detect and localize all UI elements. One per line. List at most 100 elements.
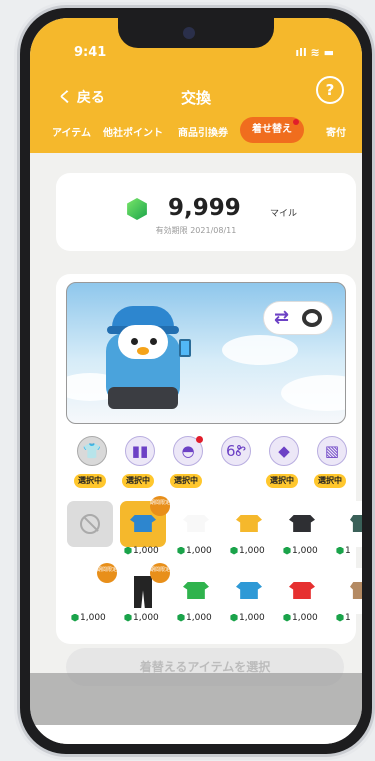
shirt-icon — [289, 515, 315, 532]
mile-unit: マイル — [270, 209, 298, 219]
background-icon: ▧ — [324, 442, 340, 460]
gem-icon — [230, 613, 238, 622]
home-indicator-area — [30, 725, 362, 744]
notch — [118, 18, 274, 48]
limited-time-badge: 期間限定 — [97, 563, 117, 583]
category-background-button[interactable]: ▧ — [317, 436, 347, 466]
item-card[interactable]: 1,000 — [279, 568, 325, 626]
glasses-icon: 6Ꮡ — [226, 442, 246, 460]
item-card[interactable]: 期間限定 1,000 — [120, 496, 170, 559]
item-card[interactable]: 期間限定 1,000 — [120, 563, 170, 626]
item-card[interactable]: 1,000 — [173, 568, 219, 626]
penguin-face-icon — [302, 309, 322, 327]
shirt-icon — [183, 582, 209, 599]
tab-voucher[interactable]: 商品引換券 — [178, 124, 228, 139]
category-hat-button[interactable]: ◓ — [173, 436, 203, 466]
item-price: 1 — [336, 546, 351, 556]
item-thumbnail — [279, 501, 325, 547]
item-price-value: 1,000 — [239, 613, 265, 623]
hat-icon: ◓ — [181, 442, 195, 460]
item-price-value: 1 — [345, 613, 351, 623]
coat-icon — [350, 515, 362, 532]
selected-badge: 選択中 — [314, 474, 346, 488]
app-header: 9:41 ıll ≋ ▬ く 戻る 交換 ? アイテム 他社ポイント 商品引換券… — [30, 18, 362, 153]
item-price: 1,000 — [283, 546, 318, 556]
shirt-icon — [236, 582, 262, 599]
gem-icon — [71, 613, 79, 622]
gem-icon — [177, 546, 185, 555]
item-price: 1,000 — [230, 613, 265, 623]
mile-balance: 9,999 — [168, 195, 241, 221]
item-card[interactable]: 1,000 — [226, 568, 272, 626]
bag-icon: ◆ — [278, 442, 290, 460]
camera-icon — [183, 27, 195, 39]
selected-badge: 選択中 — [122, 474, 154, 488]
item-price-value: 1,000 — [186, 546, 212, 556]
page: 9:41 ıll ≋ ▬ く 戻る 交換 ? アイテム 他社ポイント 商品引換券… — [0, 0, 375, 761]
tab-donation[interactable]: 寄付 — [326, 124, 346, 139]
cloud-decoration — [281, 375, 345, 411]
item-price-value: 1,000 — [239, 546, 265, 556]
no-item-option[interactable] — [67, 501, 113, 559]
item-card[interactable]: 1,000 — [173, 501, 219, 559]
shirt-icon — [236, 515, 262, 532]
item-card[interactable]: 1,000 — [226, 501, 272, 559]
tab-dress-up-label: 着せ替え — [252, 124, 292, 135]
tab-other-points[interactable]: 他社ポイント — [103, 124, 163, 139]
item-price-value: 1,000 — [133, 546, 159, 556]
tab-items[interactable]: アイテム — [52, 124, 91, 139]
item-price-value: 1,000 — [133, 613, 159, 623]
expiry-date: 有効期限 2021/08/11 — [155, 226, 237, 235]
gem-icon — [124, 546, 132, 555]
item-price: 1,000 — [230, 546, 265, 556]
category-bar: 👕 ▮▮ ◓ 6Ꮡ ◆ ▧ 選択中 選択中 選択中 選択中 選択中 — [30, 436, 362, 496]
shirt-icon — [289, 582, 315, 599]
notification-dot-icon — [293, 119, 299, 125]
selected-badge: 選択中 — [74, 474, 106, 488]
item-card[interactable]: 1 — [332, 568, 362, 626]
gem-icon — [283, 546, 291, 555]
cloud-decoration — [222, 335, 298, 365]
shirt-icon: 👕 — [82, 442, 102, 460]
penguin-beak — [137, 347, 149, 355]
penguin-pants — [108, 387, 178, 409]
item-card[interactable]: 1 — [332, 501, 362, 559]
tab-dress-up[interactable]: 着せ替え — [240, 117, 304, 143]
limited-time-badge: 期間限定 — [150, 563, 170, 583]
gem-icon — [336, 546, 344, 555]
help-button[interactable]: ? — [316, 76, 344, 104]
category-shirt-button[interactable]: 👕 — [77, 436, 107, 466]
item-price: 1,000 — [177, 613, 212, 623]
selected-badge: 選択中 — [266, 474, 298, 488]
penguin-eye — [131, 338, 138, 345]
item-price: 1,000 — [124, 546, 159, 556]
page-title: 交換 — [180, 89, 211, 107]
category-glasses-button[interactable]: 6Ꮡ — [221, 436, 251, 466]
gem-icon — [230, 546, 238, 555]
status-time: 9:41 — [74, 45, 107, 60]
item-thumbnail — [226, 501, 272, 547]
item-price: 1,000 — [177, 546, 212, 556]
item-card[interactable]: 1,000 — [279, 501, 325, 559]
swap-character-button[interactable]: ⇄ — [263, 301, 333, 335]
item-thumbnail — [173, 501, 219, 547]
item-card[interactable]: 期間限定 1,000 — [67, 563, 117, 626]
category-bag-button[interactable]: ◆ — [269, 436, 299, 466]
pants-icon: ▮▮ — [131, 442, 149, 460]
gem-icon — [124, 613, 132, 622]
notification-dot-icon — [196, 436, 203, 443]
gem-icon — [336, 613, 344, 622]
selected-badge: 選択中 — [170, 474, 202, 488]
phone-prop-icon — [179, 339, 191, 357]
no-item-icon — [80, 514, 100, 534]
item-price: 1,000 — [71, 613, 106, 623]
gem-icon — [283, 613, 291, 622]
item-price: 1 — [336, 613, 351, 623]
exchange-tabs: アイテム 他社ポイント 商品引換券 着せ替え 寄付 — [30, 116, 362, 148]
category-pants-button[interactable]: ▮▮ — [125, 436, 155, 466]
item-price-value: 1,000 — [186, 613, 212, 623]
app-screen: 9:41 ıll ≋ ▬ く 戻る 交換 ? アイテム 他社ポイント 商品引換券… — [30, 18, 362, 744]
pants-icon — [134, 576, 152, 608]
character-preview: ⇄ — [66, 282, 346, 424]
gem-icon — [177, 613, 185, 622]
